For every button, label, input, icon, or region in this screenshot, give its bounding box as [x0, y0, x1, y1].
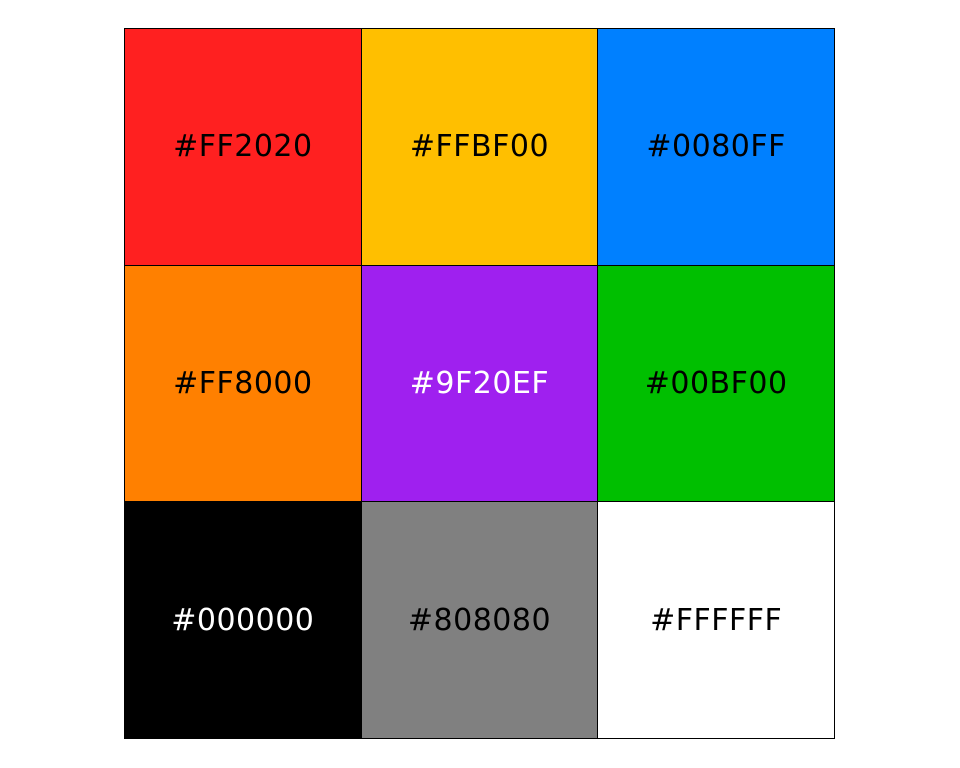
color-swatch: #0080FF — [598, 29, 835, 266]
swatch-label: #00BF00 — [644, 365, 788, 401]
swatch-label: #FFFFFF — [650, 602, 783, 638]
swatch-label: #000000 — [171, 602, 315, 638]
color-swatch: #808080 — [361, 502, 599, 739]
color-swatch-grid: #FF2020 #FFBF00 #0080FF #FF8000 #9F20EF … — [124, 28, 835, 739]
color-swatch: #00BF00 — [598, 265, 835, 503]
color-swatch: #000000 — [125, 502, 362, 739]
swatch-label: #808080 — [407, 602, 552, 638]
swatch-label: #FF8000 — [173, 365, 313, 401]
color-swatch: #9F20EF — [361, 265, 599, 503]
color-swatch: #FFBF00 — [361, 29, 599, 266]
swatch-label: #0080FF — [646, 129, 786, 165]
swatch-label: #FFBF00 — [409, 129, 550, 165]
swatch-label: #9F20EF — [409, 365, 550, 401]
canvas: #FF2020 #FFBF00 #0080FF #FF8000 #9F20EF … — [0, 0, 960, 768]
color-swatch: #FF8000 — [125, 265, 362, 503]
color-swatch: #FFFFFF — [598, 502, 835, 739]
swatch-label: #FF2020 — [173, 129, 313, 165]
color-swatch: #FF2020 — [125, 29, 362, 266]
